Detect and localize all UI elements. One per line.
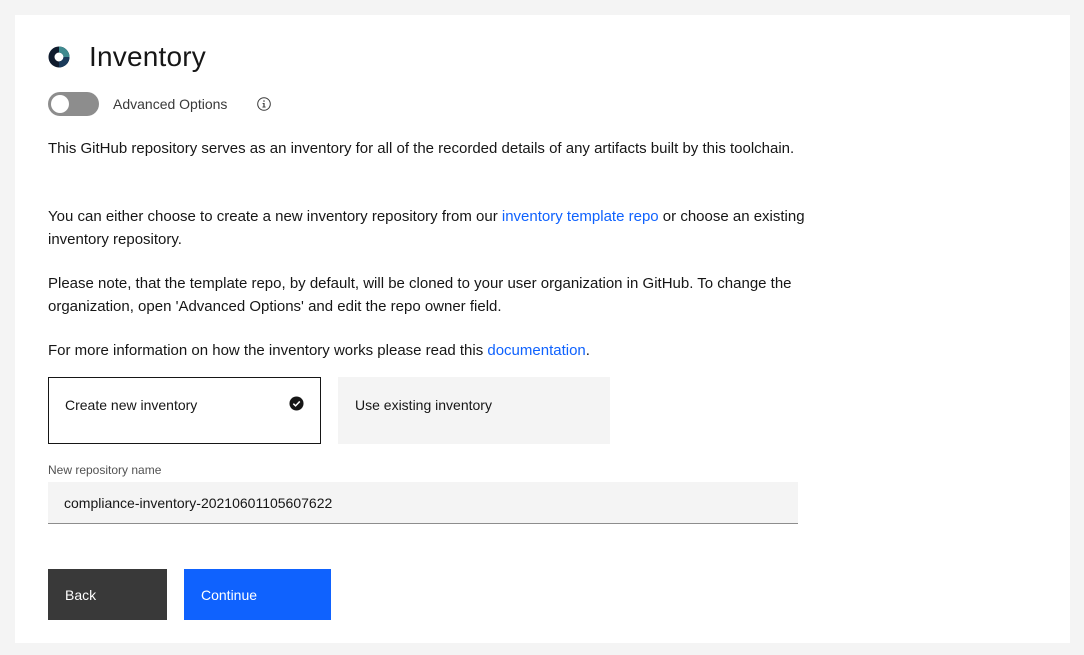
page-title: Inventory xyxy=(89,41,206,72)
ring-logo-icon xyxy=(48,46,70,68)
advanced-options-row: Advanced Options xyxy=(48,92,272,116)
back-button[interactable]: Back xyxy=(48,569,167,620)
create-new-inventory-tile[interactable]: Create new inventory xyxy=(48,377,321,444)
description-paragraph-4: For more information on how the inventor… xyxy=(48,339,808,362)
create-new-inventory-label: Create new inventory xyxy=(65,397,198,413)
info-icon[interactable] xyxy=(256,96,272,112)
page-header: Inventory xyxy=(48,41,206,73)
repo-name-label: New repository name xyxy=(48,463,162,477)
use-existing-inventory-label: Use existing inventory xyxy=(355,397,492,413)
description-paragraph-1: This GitHub repository serves as an inve… xyxy=(48,140,795,157)
advanced-options-toggle[interactable] xyxy=(48,92,99,116)
documentation-link[interactable]: documentation xyxy=(487,342,585,359)
paragraph-4-text-end: . xyxy=(585,342,590,359)
inventory-panel: Inventory Advanced Options This GitHub r… xyxy=(15,15,1070,643)
inventory-template-repo-link[interactable]: inventory template repo xyxy=(502,208,659,225)
continue-button[interactable]: Continue xyxy=(184,569,331,620)
checkmark-filled-icon xyxy=(289,396,304,411)
toggle-knob xyxy=(51,95,69,113)
paragraph-4-text-start: For more information on how the inventor… xyxy=(48,342,488,359)
paragraph-2-text-start: You can either choose to create a new in… xyxy=(48,208,502,225)
advanced-options-label: Advanced Options xyxy=(113,96,228,112)
description-paragraph-3: Please note, that the template repo, by … xyxy=(48,275,792,315)
description-paragraph-2: You can either choose to create a new in… xyxy=(48,205,808,251)
use-existing-inventory-tile[interactable]: Use existing inventory xyxy=(338,377,610,444)
repo-name-input[interactable] xyxy=(48,482,798,524)
